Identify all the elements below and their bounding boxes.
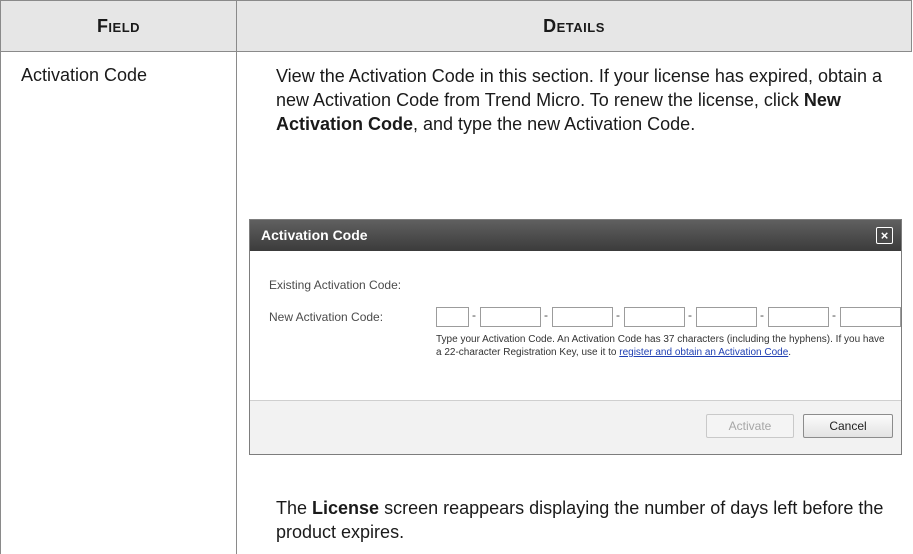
dialog-title: Activation Code xyxy=(261,227,368,243)
register-link[interactable]: register and obtain an Activation Code xyxy=(619,347,788,358)
code-separator: - xyxy=(472,308,476,322)
code-segment-3-input[interactable] xyxy=(552,307,613,327)
help-text: Type your Activation Code. An Activation… xyxy=(436,333,892,359)
intro-paragraph: View the Activation Code in this section… xyxy=(276,64,901,136)
code-segment-2-input[interactable] xyxy=(480,307,541,327)
table-border-right xyxy=(911,0,912,52)
dialog-footer-divider xyxy=(250,400,901,401)
code-segment-5-input[interactable] xyxy=(696,307,757,327)
activation-code-dialog: Activation Code × Existing Activation Co… xyxy=(249,219,902,455)
column-header-details: Details xyxy=(543,15,605,36)
table-header-divider xyxy=(0,51,912,52)
new-code-label: New Activation Code: xyxy=(269,310,384,324)
intro-text-1: View the Activation Code in this section… xyxy=(276,66,883,110)
intro-text-2: , and type the new Activation Code. xyxy=(413,114,696,134)
code-segment-4-input[interactable] xyxy=(624,307,685,327)
code-separator: - xyxy=(544,308,548,322)
code-separator: - xyxy=(832,308,836,322)
outro-paragraph: The License screen reappears displaying … xyxy=(276,496,901,544)
code-segment-7-input[interactable] xyxy=(840,307,901,327)
code-segment-1-input[interactable] xyxy=(436,307,469,327)
code-separator: - xyxy=(616,308,620,322)
existing-code-label: Existing Activation Code: xyxy=(269,278,402,292)
table-border-left xyxy=(0,0,1,554)
dialog-body: Existing Activation Code: New Activation… xyxy=(250,251,901,400)
table-column-divider xyxy=(236,0,237,554)
details-table: Field Details Activation Code View the A… xyxy=(0,0,913,554)
close-icon[interactable]: × xyxy=(876,227,893,244)
code-segment-6-input[interactable] xyxy=(768,307,829,327)
help-text-end: . xyxy=(788,347,792,358)
column-header-field: Field xyxy=(96,15,141,36)
outro-text-1: The xyxy=(276,498,313,518)
field-name-cell: Activation Code xyxy=(21,65,148,85)
code-separator: - xyxy=(688,308,692,322)
dialog-title-bar: Activation Code × xyxy=(250,220,901,251)
cancel-button[interactable]: Cancel xyxy=(803,414,893,438)
activate-button[interactable]: Activate xyxy=(706,414,794,438)
outro-bold-term: License xyxy=(312,498,380,518)
code-separator: - xyxy=(760,308,764,322)
